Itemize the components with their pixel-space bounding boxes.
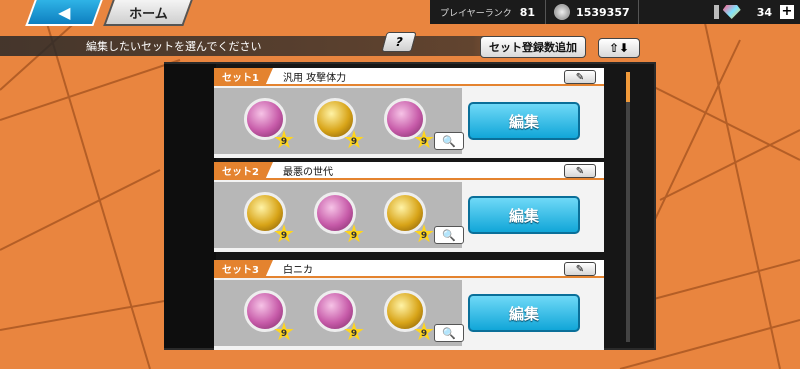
set-tag: セット1 (214, 68, 273, 84)
edit-set-button[interactable]: 編集 (468, 196, 580, 234)
magnifier-icon: 🔍 (442, 134, 456, 148)
edit-set-button[interactable]: 編集 (468, 294, 580, 332)
home-button-label: ホーム (129, 6, 168, 22)
gem-value: 34 (756, 5, 772, 19)
medal-1[interactable] (244, 192, 286, 234)
player-rank-label: プレイヤーランク (440, 8, 512, 19)
sort-button[interactable]: ⇧⬇ (598, 38, 640, 58)
scrollbar-track[interactable] (626, 72, 630, 342)
set-tag: セット2 (214, 162, 273, 178)
set-card-3[interactable]: セット3 白ニカ ✎ 9 9 9 🔍 編集 (214, 260, 604, 350)
magnify-button[interactable]: 🔍 (434, 132, 464, 150)
coin-value: 1539357 (576, 5, 630, 19)
pencil-icon: ✎ (575, 263, 585, 275)
home-button[interactable]: ホーム (103, 0, 193, 26)
medal-2[interactable] (314, 192, 356, 234)
coin-icon (554, 4, 571, 20)
medal-area: 9 9 9 🔍 (214, 280, 464, 346)
help-button[interactable]: ? (381, 32, 417, 52)
magnifier-icon: 🔍 (442, 326, 456, 340)
pencil-icon: ✎ (575, 71, 585, 83)
medal-2[interactable] (314, 98, 356, 140)
back-button[interactable]: ◀ (25, 0, 103, 26)
medal-3[interactable] (384, 192, 426, 234)
set-card-2[interactable]: セット2 最悪の世代 ✎ 9 9 9 🔍 編集 (214, 162, 604, 252)
gem-icon (722, 5, 741, 19)
set-header: セット1 汎用 攻撃体力 ✎ (214, 68, 604, 86)
instruction-text: 編集したいセットを選んでください (86, 40, 262, 53)
player-rank-value: 81 (519, 5, 536, 19)
rename-button[interactable]: ✎ (564, 262, 596, 276)
medal-2[interactable] (314, 290, 356, 332)
magnify-button[interactable]: 🔍 (434, 324, 464, 342)
rename-button[interactable]: ✎ (564, 164, 596, 178)
set-list-panel[interactable]: セット1 汎用 攻撃体力 ✎ 9 9 9 🔍 編集 セット2 最悪の世代 ✎ 9… (164, 62, 656, 350)
help-button-label: ? (393, 35, 405, 49)
set-header: セット2 最悪の世代 ✎ (214, 162, 604, 180)
medal-3[interactable] (384, 98, 426, 140)
pencil-icon: ✎ (575, 165, 585, 177)
add-gem-button[interactable]: + (780, 5, 794, 19)
medal-1[interactable] (244, 98, 286, 140)
medal-1[interactable] (244, 290, 286, 332)
magnify-button[interactable]: 🔍 (434, 226, 464, 244)
set-tag: セット3 (214, 260, 273, 276)
medal-area: 9 9 9 🔍 (214, 88, 464, 154)
set-card-1[interactable]: セット1 汎用 攻撃体力 ✎ 9 9 9 🔍 編集 (214, 68, 604, 158)
left-arrow-icon: ◀ (58, 2, 71, 22)
rename-button[interactable]: ✎ (564, 70, 596, 84)
magnifier-icon: 🔍 (442, 228, 456, 242)
edit-set-button[interactable]: 編集 (468, 102, 580, 140)
set-header: セット3 白ニカ ✎ (214, 260, 604, 278)
set-name: 白ニカ (282, 264, 313, 276)
add-set-slots-button[interactable]: セット登録数追加 (480, 36, 586, 58)
scrollbar-thumb[interactable] (626, 72, 630, 102)
set-name: 汎用 攻撃体力 (282, 72, 347, 84)
stamina-bar-icon (713, 5, 719, 19)
set-name: 最悪の世代 (282, 166, 333, 178)
medal-area: 9 9 9 🔍 (214, 182, 464, 248)
player-rank: プレイヤーランク 81 (430, 0, 547, 24)
status-bar: プレイヤーランク 81 1539357 34 + (430, 0, 800, 24)
gem-counter: 34 + (639, 0, 800, 24)
medal-3[interactable] (384, 290, 426, 332)
coin-counter: 1539357 (546, 0, 639, 24)
